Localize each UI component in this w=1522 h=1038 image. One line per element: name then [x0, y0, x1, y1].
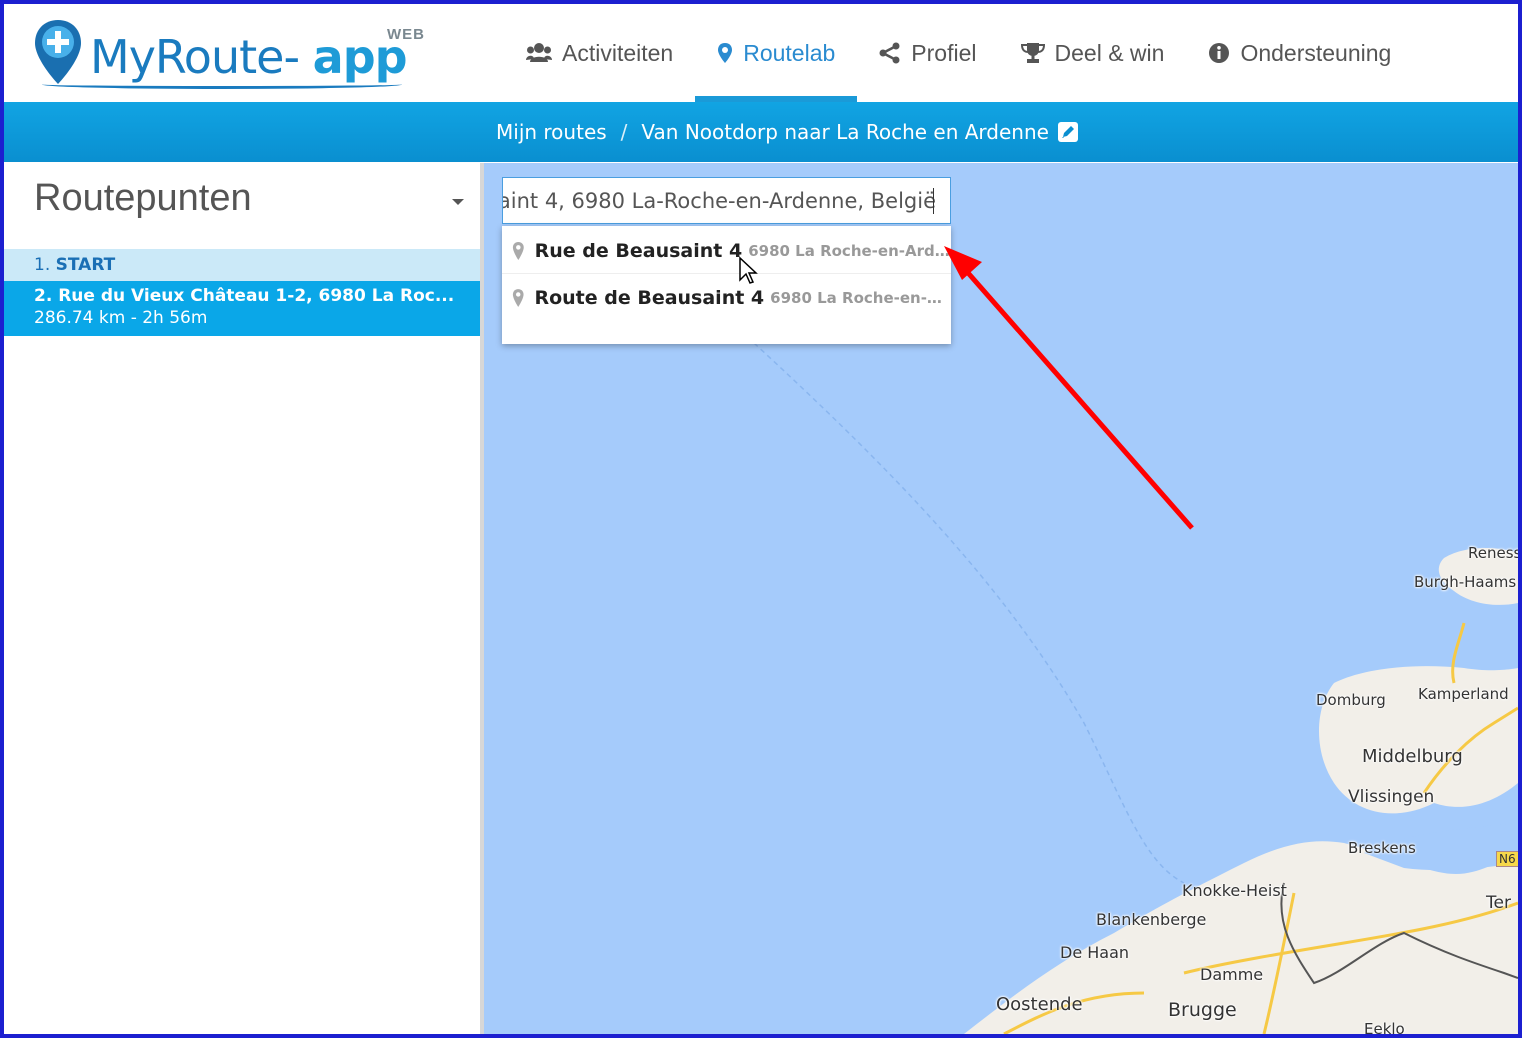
routepoint-distance: 286.74 km - 2h 56m — [34, 308, 208, 328]
nav-label: Profiel — [911, 39, 977, 66]
suggestion-secondary: 6980 La Roche-en-Arden... — [748, 241, 951, 260]
suggestion-item[interactable]: Route de Beausaint 4 6980 La Roche-en-Ar… — [502, 275, 951, 321]
map-label: Domburg — [1316, 691, 1386, 709]
suggestion-secondary: 6980 La Roche-en-Ard... — [770, 289, 951, 307]
route-title: Van Nootdorp naar La Roche en Ardenne — [641, 120, 1049, 144]
mouse-cursor-icon — [739, 256, 758, 284]
routepoint-label: 2. Rue du Vieux Château 1-2, 6980 La Roc… — [34, 286, 455, 306]
nav-label: Deel & win — [1054, 39, 1165, 66]
nav-label: Routelab — [743, 39, 836, 66]
users-icon — [526, 43, 552, 62]
map-marker-icon — [718, 43, 733, 63]
suggestion-main: Route de Beausaint 4 — [534, 287, 765, 309]
routepoint-start[interactable]: 1. START — [4, 249, 480, 281]
search-field[interactable] — [502, 177, 951, 224]
map-label: Burgh-Haams — [1414, 573, 1517, 591]
nav-activiteiten[interactable]: Activiteiten — [504, 4, 695, 102]
map-marker-icon — [512, 289, 524, 307]
logo-pin-icon — [35, 20, 81, 84]
map-label: Vlissingen — [1348, 787, 1435, 807]
search-input[interactable] — [503, 178, 936, 223]
logo-text: MyRoute- app — [90, 30, 408, 84]
routepoint-index: 1. — [34, 255, 51, 275]
info-icon — [1209, 43, 1230, 63]
nav-ondersteuning[interactable]: Ondersteuning — [1186, 4, 1413, 102]
text-cursor — [933, 188, 934, 214]
nav-label: Activiteiten — [562, 39, 674, 66]
map-marker-icon — [512, 241, 524, 260]
breadcrumb-mijn-routes[interactable]: Mijn routes — [496, 120, 607, 144]
edit-icon[interactable] — [1057, 122, 1078, 142]
map-label: Damme — [1200, 965, 1264, 984]
map-label: De Haan — [1060, 943, 1130, 962]
routepoints-panel: Routepunten 1. START 2. Rue du Vieux Châ… — [4, 163, 484, 1034]
logo-swoosh — [42, 80, 402, 89]
main-nav: Activiteiten Routelab Profiel Deel & win — [504, 4, 1413, 102]
panel-title: Routepunten — [34, 177, 252, 219]
map-label: Eeklo — [1364, 1020, 1405, 1034]
app-logo[interactable]: MyRoute- app WEB — [32, 18, 432, 94]
breadcrumb: Mijn routes / Van Nootdorp naar La Roche… — [496, 102, 1078, 162]
map-label: Kamperland — [1418, 685, 1509, 703]
map-label: Oostende — [996, 994, 1083, 1015]
routepoint-start-label: START — [55, 255, 116, 275]
nav-profiel[interactable]: Profiel — [857, 4, 998, 102]
map-label: Reness — [1468, 544, 1518, 562]
autocomplete-dropdown: Rue de Beausaint 4 6980 La Roche-en-Arde… — [502, 226, 951, 344]
map-label: Brugge — [1168, 999, 1237, 1021]
road-shield: N6 — [1496, 851, 1518, 867]
map-label: Middelburg — [1362, 746, 1463, 767]
suggestion-item[interactable]: Rue de Beausaint 4 6980 La Roche-en-Arde… — [502, 228, 951, 274]
nav-deel-win[interactable]: Deel & win — [999, 4, 1187, 102]
routepoint-item[interactable]: 2. Rue du Vieux Château 1-2, 6980 La Roc… — [4, 281, 480, 336]
map-label: Ter — [1486, 893, 1511, 913]
top-navbar: MyRoute- app WEB Activiteiten Routelab P… — [4, 4, 1518, 102]
breadcrumb-bar: Mijn routes / Van Nootdorp naar La Roche… — [4, 102, 1518, 162]
share-icon — [879, 42, 900, 64]
breadcrumb-separator: / — [620, 120, 628, 144]
logo-web-badge: WEB — [387, 26, 425, 43]
trophy-icon — [1020, 43, 1045, 63]
map-label: Blankenberge — [1096, 910, 1207, 929]
nav-routelab[interactable]: Routelab — [695, 4, 858, 102]
nav-label: Ondersteuning — [1240, 39, 1392, 66]
chevron-down-icon[interactable] — [452, 199, 464, 205]
suggestion-main: Rue de Beausaint 4 — [534, 239, 743, 262]
map-label: Breskens — [1348, 839, 1416, 857]
map-label: Knokke-Heist — [1182, 881, 1287, 900]
